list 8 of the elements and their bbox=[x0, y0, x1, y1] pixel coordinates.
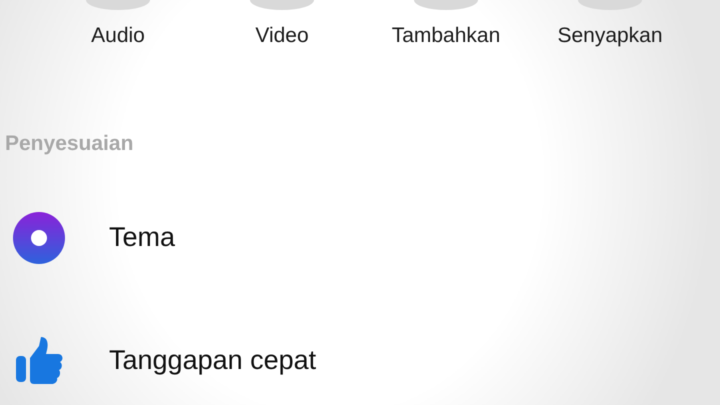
settings-item[interactable]: Tema bbox=[109, 222, 176, 253]
settings-item[interactable]: Tanggapan cepat bbox=[109, 345, 316, 376]
action-label: Tambahkan bbox=[392, 24, 500, 48]
section-title: Penyesuaian bbox=[4, 131, 134, 156]
action-label: Audio bbox=[91, 24, 145, 48]
action-label: Senyapkan bbox=[557, 24, 663, 48]
action-label: Video bbox=[255, 24, 309, 48]
theme-icon bbox=[12, 210, 66, 264]
